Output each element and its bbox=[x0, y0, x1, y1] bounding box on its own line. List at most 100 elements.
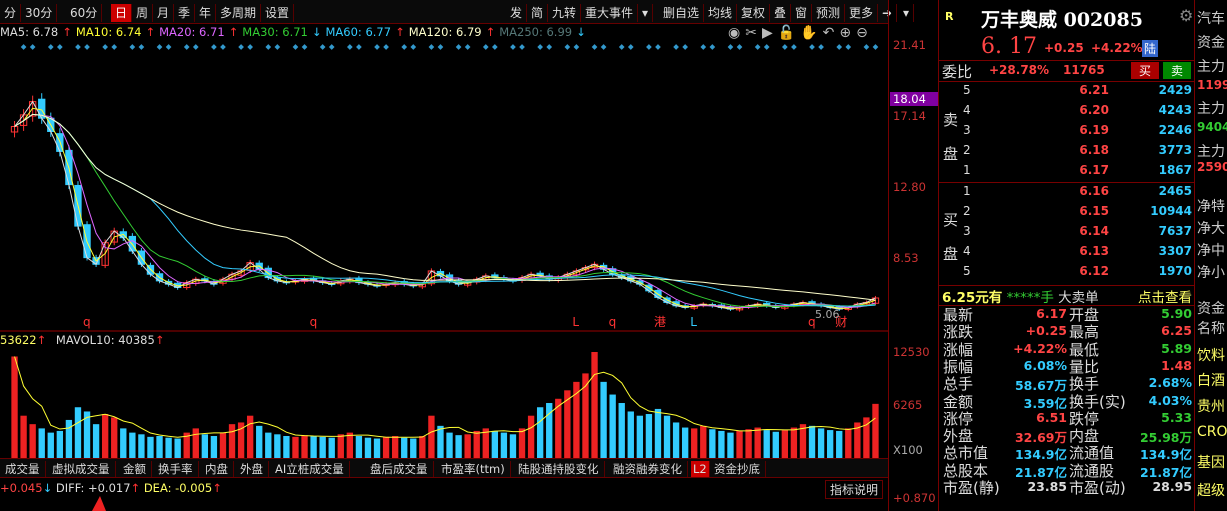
volume-bar bbox=[591, 352, 598, 458]
side-item[interactable]: CRO bbox=[1197, 424, 1227, 440]
indicator-tab[interactable]: 市盈率(ttm) bbox=[436, 461, 511, 477]
side-item[interactable]: 名称 bbox=[1197, 318, 1225, 338]
side-item[interactable]: 净大 bbox=[1197, 218, 1225, 238]
order-book-row[interactable]: 1 6.16 2465 bbox=[939, 184, 1194, 204]
signal-diamond bbox=[192, 44, 199, 50]
side-item[interactable]: 贵州 bbox=[1197, 396, 1225, 416]
volume-bar bbox=[256, 425, 263, 458]
volume-bar bbox=[845, 428, 852, 458]
volume-bar bbox=[609, 394, 616, 458]
axis-label: +0.870 bbox=[893, 491, 936, 505]
side-item[interactable]: 饮料 bbox=[1197, 345, 1225, 365]
gear-icon[interactable]: ⚙ bbox=[1179, 6, 1193, 25]
stat-value: 2.68% bbox=[1148, 375, 1192, 391]
buy-button[interactable]: 买 bbox=[1131, 62, 1159, 79]
event-marker[interactable]: L bbox=[690, 315, 697, 329]
volume-bar bbox=[527, 415, 535, 458]
indicator-tab[interactable]: 虚拟成交量 bbox=[47, 461, 116, 477]
indicator-tab[interactable]: 外盘 bbox=[235, 461, 269, 477]
side-item[interactable]: 资金 bbox=[1197, 32, 1225, 52]
side-item[interactable]: 净中 bbox=[1197, 240, 1225, 260]
side-item[interactable]: 净特 bbox=[1197, 196, 1225, 216]
indicator-tab[interactable]: AI立桩成交量 bbox=[270, 461, 350, 477]
signal-diamond bbox=[274, 44, 281, 50]
side-item[interactable]: 超级 bbox=[1197, 480, 1225, 500]
side-item[interactable]: 主力 bbox=[1197, 56, 1225, 76]
indicator-tab[interactable]: 陆股通持股变化 bbox=[513, 461, 605, 477]
signal-diamond bbox=[75, 44, 81, 50]
volume-bar bbox=[265, 432, 272, 458]
signal-diamond bbox=[627, 44, 634, 50]
side-panel-cut: 汽车 资金 主力 1199 主力 9404 主力 2590 净特 净大 净中 净小 资金 名称 饮料 白酒 贵州… bbox=[1195, 0, 1227, 511]
signal-diamond bbox=[29, 44, 36, 50]
volume-bar bbox=[391, 436, 399, 458]
volume-bar bbox=[636, 415, 644, 458]
kline-chart[interactable]: q q Lq 港 Lq 财5.06 bbox=[0, 0, 888, 511]
side-item[interactable]: 基因 bbox=[1197, 452, 1225, 472]
volume-bar bbox=[11, 356, 18, 458]
volume-bar bbox=[419, 436, 426, 458]
ma30-line bbox=[14, 113, 876, 308]
order-book-row[interactable]: 3 6.14 7637 bbox=[939, 224, 1194, 244]
event-marker[interactable]: 港 bbox=[654, 315, 666, 329]
signal-diamond bbox=[809, 44, 815, 50]
side-item[interactable]: 主力 bbox=[1197, 98, 1225, 118]
volume-bar bbox=[808, 425, 816, 458]
event-marker[interactable]: L bbox=[572, 315, 579, 329]
side-item[interactable]: 1199 bbox=[1197, 78, 1227, 92]
signal-diamond bbox=[129, 44, 136, 50]
price: 6.18 bbox=[1079, 143, 1109, 157]
stat-value: 5.89 bbox=[1161, 340, 1192, 356]
side-item[interactable]: 白酒 bbox=[1197, 370, 1225, 390]
axis-label: 6265 bbox=[893, 398, 923, 412]
stat-label: 市盈(静) bbox=[943, 479, 1000, 497]
weibi-value: +28.78% bbox=[989, 63, 1050, 77]
volume-bar bbox=[355, 436, 363, 458]
indicator-tab[interactable]: 金额 bbox=[118, 461, 152, 477]
level: 5 bbox=[963, 83, 971, 97]
side-item[interactable]: 2590 bbox=[1197, 160, 1227, 174]
volume-bar bbox=[382, 436, 390, 458]
indicator-explain-button[interactable]: 指标说明 bbox=[825, 480, 884, 499]
side-item[interactable]: 主力 bbox=[1197, 141, 1225, 161]
indicator-tab[interactable]: 换手率 bbox=[153, 461, 199, 477]
event-marker[interactable]: q bbox=[83, 315, 91, 329]
order-book-row[interactable]: 2 6.18 3773 bbox=[939, 143, 1194, 163]
stat-value: 32.69万 bbox=[1014, 430, 1067, 446]
order-book-row[interactable]: 5 6.12 1970 bbox=[939, 264, 1194, 284]
order-book-row[interactable]: 4 6.20 4243 bbox=[939, 103, 1194, 123]
volume-bar bbox=[446, 432, 453, 458]
price: 6.17 bbox=[1079, 163, 1109, 177]
indicator-tab[interactable]: 融资融券变化 bbox=[608, 461, 688, 477]
side-item[interactable]: 9404 bbox=[1197, 120, 1227, 134]
order-book-row[interactable]: 3 6.19 2246 bbox=[939, 123, 1194, 143]
price: 6.20 bbox=[1079, 103, 1109, 117]
order-book-row[interactable]: 5 6.21 2429 bbox=[939, 83, 1194, 103]
volume-bar bbox=[754, 427, 761, 458]
sell-button[interactable]: 卖 bbox=[1163, 62, 1191, 79]
signal-diamond bbox=[102, 44, 108, 50]
volume-bar bbox=[872, 403, 879, 458]
volume: 10944 bbox=[1150, 204, 1192, 218]
indicator-tab[interactable]: 盘后成交量 bbox=[365, 461, 434, 477]
side-item[interactable]: 汽车 bbox=[1197, 8, 1225, 28]
signal-diamond bbox=[836, 44, 843, 50]
volume-bar bbox=[310, 436, 317, 458]
indicator-tab[interactable]: 成交量 bbox=[0, 461, 46, 477]
order-book-row[interactable]: 4 6.13 3307 bbox=[939, 244, 1194, 264]
signal-diamond bbox=[220, 44, 226, 50]
volume-bar bbox=[219, 432, 227, 458]
side-item[interactable]: 资金 bbox=[1197, 298, 1225, 318]
event-marker[interactable]: q bbox=[310, 315, 318, 329]
event-marker[interactable]: q bbox=[609, 315, 617, 329]
signal-diamond bbox=[383, 44, 389, 50]
indicator-tab[interactable]: 资金抄底 bbox=[709, 461, 766, 477]
view-link[interactable]: 点击查看 bbox=[1138, 286, 1192, 306]
signal-diamond bbox=[57, 44, 63, 50]
big-order-alert[interactable]: 6.25元有 *****手 大卖单 点击查看 bbox=[942, 286, 1194, 306]
side-item[interactable]: 净小 bbox=[1197, 262, 1225, 282]
order-book-row[interactable]: 1 6.17 1867 bbox=[939, 163, 1194, 183]
indicator-tab[interactable]: 内盘 bbox=[200, 461, 234, 477]
signal-diamond bbox=[754, 44, 761, 50]
order-book-row[interactable]: 2 6.15 10944 bbox=[939, 204, 1194, 224]
